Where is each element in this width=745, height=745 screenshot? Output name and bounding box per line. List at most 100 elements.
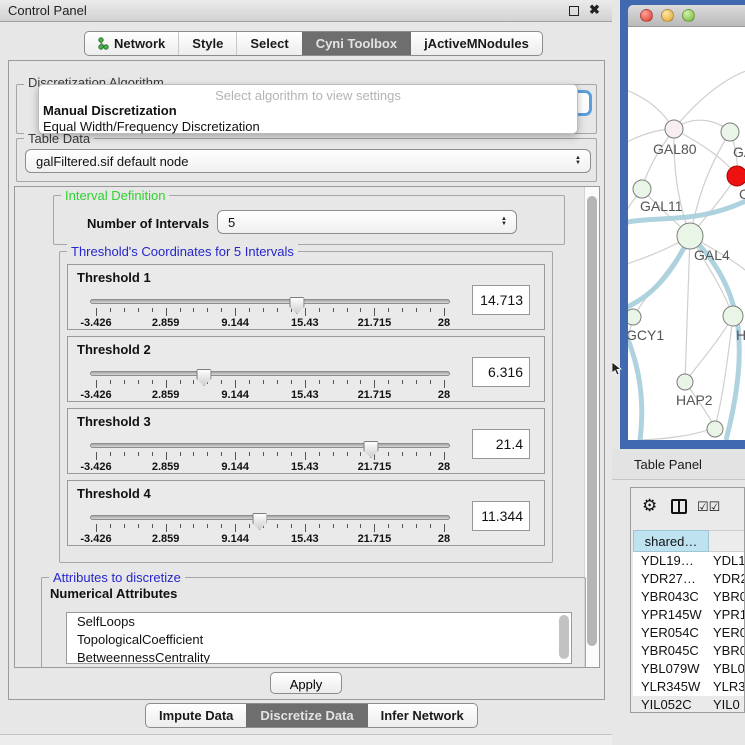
table-row[interactable]: YER054CYER0 <box>633 624 745 642</box>
threshold-panel-1: Threshold 114.713-3.4262.8599.14415.4321… <box>67 264 545 330</box>
mouse-cursor <box>612 362 622 376</box>
cell-shared-name[interactable]: YBR045C <box>633 642 709 660</box>
tab-jactivemnodules[interactable]: jActiveMNodules <box>410 32 542 55</box>
threshold-slider[interactable]: -3.4262.8599.14415.4321.71528 <box>90 291 450 329</box>
table-header[interactable]: shared… na <box>633 530 745 552</box>
numerical-attributes-list[interactable]: SelfLoopsTopologicalCoefficientBetweenne… <box>66 612 572 664</box>
table-row[interactable]: YDR27…YDR2 <box>633 570 745 588</box>
column-header-name[interactable]: na <box>709 530 745 552</box>
network-node[interactable] <box>707 421 723 437</box>
cyni-mode-tabs: Impute DataDiscretize DataInfer Network <box>145 703 478 728</box>
close-traffic-light-icon[interactable] <box>640 9 653 22</box>
number-of-intervals-spinner[interactable]: 5 ▲▼ <box>217 210 517 234</box>
cell-shared-name[interactable]: YBL079W <box>633 660 709 678</box>
slider-ticks <box>96 380 444 389</box>
slider-ticks <box>96 524 444 533</box>
slider-thumb[interactable] <box>196 369 211 386</box>
gear-icon[interactable]: ⚙ <box>642 496 657 516</box>
close-icon[interactable]: ✖ <box>589 2 600 18</box>
dropdown-option-manual[interactable]: Manual Discretization <box>43 103 177 118</box>
attribute-list-item[interactable]: BetweennessCentrality <box>67 649 571 664</box>
cell-name[interactable]: YLR3 <box>709 678 745 696</box>
float-window-icon[interactable] <box>569 6 579 16</box>
network-node[interactable] <box>633 180 651 198</box>
table-row[interactable]: YBR043CYBR0 <box>633 588 745 606</box>
cell-name[interactable]: YBR0 <box>709 642 745 660</box>
list-scrollbar-thumb[interactable] <box>559 615 569 659</box>
network-canvas[interactable]: GAL80GACGAL11GAL4GCY1HHAP2 <box>628 27 745 440</box>
table-toolbar: ⚙ ☑☑ <box>631 488 744 528</box>
slider-track[interactable] <box>90 443 450 448</box>
network-node[interactable] <box>721 123 739 141</box>
slider-thumb[interactable] <box>252 513 267 530</box>
table-row[interactable]: YDL19…YDL1 <box>633 552 745 570</box>
cell-name[interactable]: YPR1 <box>709 606 745 624</box>
network-node[interactable] <box>677 374 693 390</box>
network-window-titlebar[interactable] <box>628 5 745 27</box>
cell-shared-name[interactable]: YIL052C <box>633 696 709 713</box>
threshold-slider[interactable]: -3.4262.8599.14415.4321.71528 <box>90 363 450 401</box>
table-data-combobox[interactable]: galFiltered.sif default node ▲▼ <box>25 149 591 173</box>
table-row[interactable]: YIL052CYIL0 <box>633 696 745 713</box>
settings-scrollbar[interactable] <box>584 187 599 667</box>
network-node[interactable] <box>665 120 683 138</box>
slider-track[interactable] <box>90 515 450 520</box>
threshold-value-field[interactable]: 6.316 <box>472 357 530 387</box>
cell-name[interactable]: YDR2 <box>709 570 745 588</box>
cell-shared-name[interactable]: YPR145W <box>633 606 709 624</box>
table-row[interactable]: YPR145WYPR1 <box>633 606 745 624</box>
split-columns-icon[interactable] <box>671 499 687 514</box>
cell-name[interactable]: YBL0 <box>709 660 745 678</box>
table-row[interactable]: YBR045CYBR0 <box>633 642 745 660</box>
cell-shared-name[interactable]: YDL19… <box>633 552 709 570</box>
spinner-arrows-icon: ▲▼ <box>501 217 507 227</box>
number-of-intervals-label: Number of Intervals <box>87 216 209 231</box>
attributes-group: Attributes to discretize Numerical Attri… <box>41 577 586 668</box>
threshold-value-field[interactable]: 14.713 <box>472 285 530 315</box>
cell-shared-name[interactable]: YER054C <box>633 624 709 642</box>
cell-shared-name[interactable]: YLR345W <box>633 678 709 696</box>
table-row[interactable]: YLR345WYLR3 <box>633 678 745 696</box>
tab-select[interactable]: Select <box>236 32 301 55</box>
threshold-value-field[interactable]: 21.4 <box>472 429 530 459</box>
cell-name[interactable]: YDL1 <box>709 552 745 570</box>
cell-shared-name[interactable]: YDR27… <box>633 570 709 588</box>
cell-name[interactable]: YIL0 <box>709 696 745 713</box>
cell-name[interactable]: YER0 <box>709 624 745 642</box>
slider-track[interactable] <box>90 371 450 376</box>
algorithm-dropdown-popup: Select algorithm to view settings Manual… <box>38 84 578 134</box>
combobox-arrows-icon: ▲▼ <box>575 156 581 166</box>
threshold-value-field[interactable]: 11.344 <box>472 501 530 531</box>
network-node[interactable] <box>723 306 743 326</box>
network-node[interactable] <box>727 166 745 186</box>
tab-discretize-data[interactable]: Discretize Data <box>246 704 366 727</box>
table-row[interactable]: YBL079WYBL0 <box>633 660 745 678</box>
tab-infer-network[interactable]: Infer Network <box>367 704 477 727</box>
slider-track[interactable] <box>90 299 450 304</box>
slider-thumb[interactable] <box>363 441 378 458</box>
zoom-traffic-light-icon[interactable] <box>682 9 695 22</box>
threshold-slider[interactable]: -3.4262.8599.14415.4321.71528 <box>90 435 450 473</box>
tab-cyni-toolbox[interactable]: Cyni Toolbox <box>302 32 410 55</box>
column-header-shared-name[interactable]: shared… <box>633 530 709 552</box>
cell-name[interactable]: YBR0 <box>709 588 745 606</box>
slider-scale-labels: -3.4262.8599.14415.4321.71528 <box>96 461 444 473</box>
network-node[interactable] <box>677 223 703 249</box>
dropdown-option-equal-width[interactable]: Equal Width/Frequency Discretization <box>43 119 260 134</box>
network-view-window[interactable]: GAL80GACGAL11GAL4GCY1HHAP2 <box>620 0 745 449</box>
attribute-list-item[interactable]: TopologicalCoefficient <box>67 631 571 649</box>
scrollbar-thumb[interactable] <box>587 196 597 646</box>
minimize-traffic-light-icon[interactable] <box>661 9 674 22</box>
apply-button[interactable]: Apply <box>270 672 342 694</box>
group-title: Threshold's Coordinates for 5 Intervals <box>67 244 298 259</box>
tab-style[interactable]: Style <box>178 32 236 55</box>
network-node[interactable] <box>628 309 641 325</box>
tab-network[interactable]: Network <box>85 32 178 55</box>
threshold-slider[interactable]: -3.4262.8599.14415.4321.71528 <box>90 507 450 545</box>
attribute-list-item[interactable]: SelfLoops <box>67 613 571 631</box>
cell-shared-name[interactable]: YBR043C <box>633 588 709 606</box>
tab-impute-data[interactable]: Impute Data <box>146 704 246 727</box>
bottom-strip <box>0 734 612 745</box>
node-table[interactable]: shared… na YDL19…YDL1YDR27…YDR2YBR043CYB… <box>633 530 745 696</box>
checkbox-icons[interactable]: ☑☑ <box>697 499 720 515</box>
